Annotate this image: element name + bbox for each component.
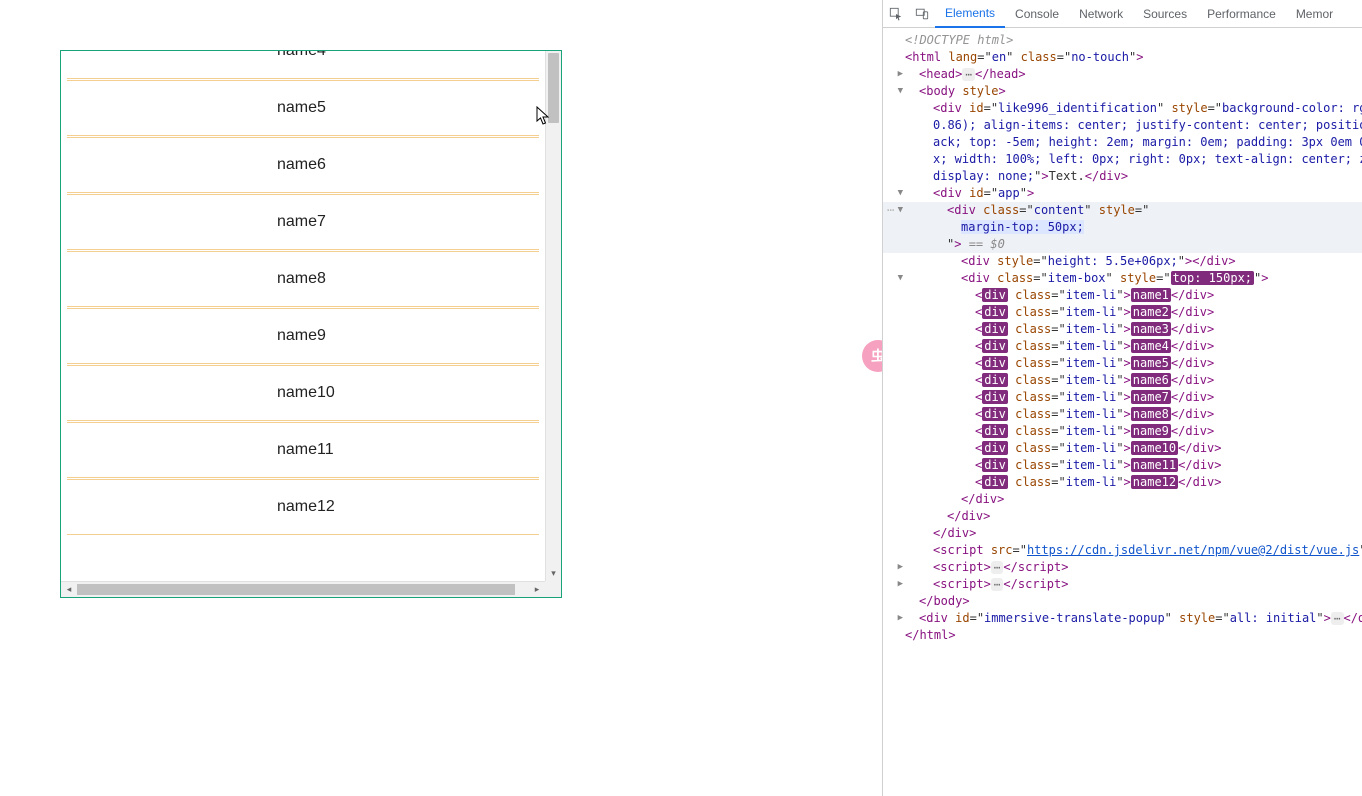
list-item[interactable]: name11 [67, 422, 539, 478]
dom-node-line[interactable]: ▶<div id="immersive-translate-popup" sty… [883, 610, 1362, 627]
list-item-label: name12 [277, 498, 335, 516]
dom-node-line[interactable]: <html lang="en" class="no-touch"> [883, 49, 1362, 66]
scroll-left-button[interactable]: ◂ [61, 582, 77, 597]
devtools-tab-network[interactable]: Network [1069, 0, 1133, 28]
inspect-element-icon[interactable] [883, 0, 909, 28]
dom-node-line[interactable]: <div id="like996_identification" style="… [883, 100, 1362, 117]
dom-node-line[interactable]: x; width: 100%; left: 0px; right: 0px; t… [883, 151, 1362, 168]
dom-node-line[interactable]: </body> [883, 593, 1362, 610]
list-item[interactable]: name8 [67, 251, 539, 307]
toggle-device-icon[interactable] [909, 0, 935, 28]
devtools-tab-console[interactable]: Console [1005, 0, 1069, 28]
dom-node-line[interactable]: <div class="item-li">name2</div> [883, 304, 1362, 321]
dom-node-line[interactable]: ▼<div id="app"> [883, 185, 1362, 202]
dom-node-line[interactable]: ack; top: -5em; height: 2em; margin: 0em… [883, 134, 1362, 151]
dom-node-line[interactable]: <div class="item-li">name3</div> [883, 321, 1362, 338]
list-item[interactable]: name6 [67, 137, 539, 193]
dom-node-line[interactable]: <div class="item-li">name12</div> [883, 474, 1362, 491]
dom-node-line[interactable]: <!DOCTYPE html> [883, 32, 1362, 49]
list-item-label: name5 [277, 99, 326, 117]
list-item[interactable]: name10 [67, 365, 539, 421]
vertical-scroll-thumb[interactable] [548, 53, 559, 123]
devtools-toolbar: ElementsConsoleNetworkSourcesPerformance… [883, 0, 1362, 28]
dom-node-line[interactable]: <div class="item-li">name8</div> [883, 406, 1362, 423]
scrollbar-corner [545, 581, 561, 597]
list-item[interactable]: name5 [67, 80, 539, 136]
dom-node-line[interactable]: </div> [883, 525, 1362, 542]
list-item-label: name6 [277, 156, 326, 174]
dom-node-line[interactable]: <div class="item-li">name9</div> [883, 423, 1362, 440]
horizontal-scrollbar[interactable]: ◂ ▸ [61, 581, 545, 597]
devtools-tab-elements[interactable]: Elements [935, 0, 1005, 28]
dom-node-line[interactable]: </html> [883, 627, 1362, 644]
dom-node-line[interactable]: <div class="item-li">name7</div> [883, 389, 1362, 406]
list-item[interactable]: name9 [67, 308, 539, 364]
horizontal-scroll-thumb[interactable] [77, 584, 515, 595]
dom-node-line[interactable]: <div class="item-li">name4</div> [883, 338, 1362, 355]
dom-node-line[interactable]: <script src="https://cdn.jsdelivr.net/np… [883, 542, 1362, 559]
dom-node-line[interactable]: 0.86); align-items: center; justify-cont… [883, 117, 1362, 134]
elements-tree[interactable]: <!DOCTYPE html><html lang="en" class="no… [883, 28, 1362, 684]
list-item[interactable]: name4 [67, 51, 539, 79]
list-item-label: name7 [277, 213, 326, 231]
devtools-tab-sources[interactable]: Sources [1133, 0, 1197, 28]
dom-node-line[interactable]: ▶<script>⋯</script> [883, 559, 1362, 576]
scroll-right-button[interactable]: ▸ [529, 582, 545, 597]
devtools-tabs: ElementsConsoleNetworkSourcesPerformance… [935, 0, 1343, 28]
dom-node-line[interactable]: margin-top: 50px; [883, 219, 1362, 236]
list-item-label: name8 [277, 270, 326, 288]
dom-node-line[interactable]: ▼<body style> [883, 83, 1362, 100]
devtools-tab-memor[interactable]: Memor [1286, 0, 1343, 28]
dom-node-line[interactable]: <div class="item-li">name10</div> [883, 440, 1362, 457]
devtools-tab-performance[interactable]: Performance [1197, 0, 1286, 28]
list-item-label: name4 [277, 51, 326, 60]
dom-node-line[interactable]: </div> [883, 508, 1362, 525]
rendered-page-viewport: name4 name5 name6 name7 name8 name9 name10 name… [60, 50, 562, 598]
dom-node-line[interactable]: ▶<head>⋯</head> [883, 66, 1362, 83]
scroll-down-button[interactable]: ▾ [546, 565, 561, 581]
dom-node-line[interactable]: <div style="height: 5.5e+06px;"></div> [883, 253, 1362, 270]
dom-node-line[interactable]: <div class="item-li">name1</div> [883, 287, 1362, 304]
list-item-label: name11 [277, 441, 334, 459]
dom-node-line[interactable]: <div class="item-li">name5</div> [883, 355, 1362, 372]
devtools-panel: ElementsConsoleNetworkSourcesPerformance… [882, 0, 1362, 796]
vertical-scrollbar[interactable]: ▴ ▾ [545, 51, 561, 581]
list-item-label: name10 [277, 384, 335, 402]
list-item[interactable]: name12 [67, 479, 539, 535]
dom-node-line[interactable]: display: none;">Text.</div> [883, 168, 1362, 185]
dom-node-line[interactable]: <div class="item-li">name6</div> [883, 372, 1362, 389]
dom-node-line[interactable]: "> == $0 [883, 236, 1362, 253]
list-item[interactable]: name7 [67, 194, 539, 250]
dom-node-line[interactable]: <div class="item-li">name11</div> [883, 457, 1362, 474]
list-item-label: name9 [277, 327, 326, 345]
page-scroll-area[interactable]: name4 name5 name6 name7 name8 name9 name10 name… [61, 51, 545, 581]
dom-node-line[interactable]: ⋯▼<div class="content" style=" [883, 202, 1362, 219]
dom-node-line[interactable]: ▼<div class="item-box" style="top: 150px… [883, 270, 1362, 287]
dom-node-line[interactable]: </div> [883, 491, 1362, 508]
dom-node-line[interactable]: ▶<script>⋯</script> [883, 576, 1362, 593]
